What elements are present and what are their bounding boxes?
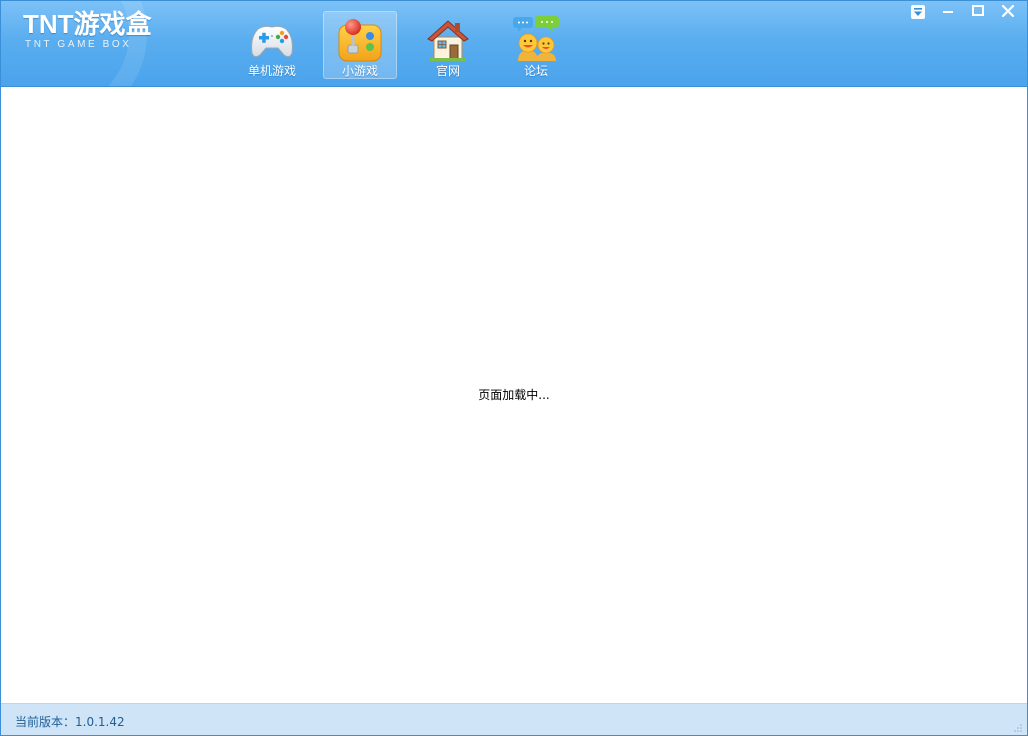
logo-subtitle: TNT GAME BOX [25,39,132,50]
gamepad-icon [251,25,293,58]
version-label: 当前版本：1.0.1.42 [15,715,125,729]
nav-label: 官网 [435,64,460,78]
content-area: 页面加载中... [1,87,1027,703]
nav-label: 论坛 [523,64,548,78]
nav-item-official-site[interactable]: 官网 [411,11,485,79]
nav-item-forum[interactable]: 论坛 [499,11,573,79]
close-icon[interactable] [997,3,1019,21]
joystick-icon [338,19,382,62]
nav-label: 单机游戏 [247,64,296,78]
logo-title: TNT游戏盒 [23,9,152,39]
house-icon [427,20,469,61]
app-window: TNT游戏盒 TNT GAME BOX 单机游戏 小游戏 官网 论坛 页面加载中… [0,0,1028,736]
minimize-icon[interactable] [937,3,959,21]
nav-item-mini-games[interactable]: 小游戏 [323,11,397,79]
status-bar: 当前版本：1.0.1.42 [1,703,1027,735]
maximize-icon[interactable] [967,3,989,21]
resize-grip-icon[interactable] [1013,723,1023,733]
loading-text: 页面加载中... [478,388,550,402]
dropdown-menu-icon[interactable] [907,3,929,21]
app-logo: TNT游戏盒 TNT GAME BOX [23,9,152,51]
nav-item-pc-games[interactable]: 单机游戏 [235,11,309,79]
nav-label: 小游戏 [341,64,378,78]
forum-chat-icon [513,16,559,61]
title-bar[interactable]: TNT游戏盒 TNT GAME BOX 单机游戏 小游戏 官网 论坛 [1,1,1027,87]
